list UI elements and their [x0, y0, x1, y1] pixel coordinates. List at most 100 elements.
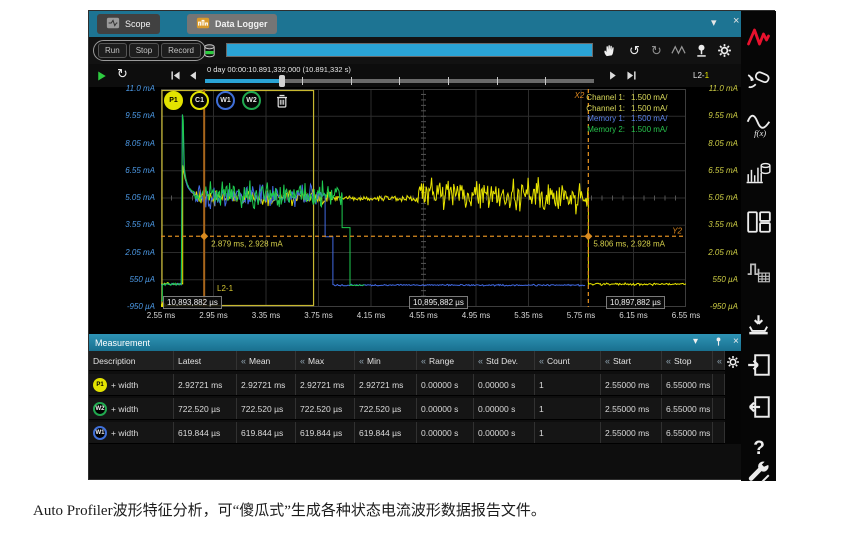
close-icon[interactable]: ×: [733, 16, 739, 27]
timeline-slider-handle[interactable]: [279, 75, 285, 87]
chevron-down-icon[interactable]: ▾: [711, 18, 717, 29]
marker-button-w1[interactable]: W1: [216, 91, 235, 110]
undo-icon[interactable]: ↺: [626, 42, 643, 59]
column-header-mean[interactable]: «Mean: [237, 351, 296, 370]
collapse-icon[interactable]: «: [605, 356, 610, 366]
measurement-row-w1[interactable]: W1+ width619.844 µs619.844 µs619.844 µs6…: [89, 422, 725, 444]
measurement-cell: 0.00000 s: [417, 422, 474, 443]
legend-scale-value: 1.500 mA/: [631, 125, 683, 136]
measurement-cell-end: [713, 374, 725, 395]
repeat-icon[interactable]: ↻: [116, 67, 129, 80]
skip-end-icon[interactable]: [625, 69, 638, 82]
trash-icon[interactable]: [273, 92, 290, 109]
probe-icon[interactable]: [745, 67, 772, 94]
panel-close-icon[interactable]: ×: [733, 337, 739, 347]
histogram-data-icon[interactable]: [745, 158, 772, 185]
column-header-range[interactable]: «Range: [417, 351, 474, 370]
x-axis-label: 4.15 ms: [345, 311, 397, 320]
legend-channel-name: Channel 1:: [549, 104, 625, 115]
measurement-cell: 0.00000 s: [417, 398, 474, 419]
tools-icon[interactable]: [745, 459, 772, 486]
record-button[interactable]: Record: [161, 43, 201, 58]
marker-button-w2[interactable]: W2: [242, 91, 261, 110]
marker-pin-icon[interactable]: [693, 42, 710, 59]
x-axis-label: 2.55 ms: [135, 311, 187, 320]
panel-pin-icon[interactable]: [713, 336, 724, 350]
collapse-icon[interactable]: «: [539, 356, 544, 366]
run-button[interactable]: Run: [98, 43, 127, 58]
export-icon[interactable]: [745, 393, 772, 420]
column-header-label: Description: [93, 356, 136, 366]
collapse-icon[interactable]: «: [478, 356, 483, 366]
collapse-icon[interactable]: «: [300, 356, 305, 366]
measurement-cell: 619.844 µs: [355, 422, 417, 443]
tab-data-logger[interactable]: Data Logger: [187, 14, 277, 34]
step-back-icon[interactable]: [187, 69, 200, 82]
measurement-row-p1[interactable]: P1+ width2.92721 ms2.92721 ms2.92721 ms2…: [89, 374, 725, 396]
waveform-search-icon[interactable]: [670, 42, 687, 59]
y-axis-label-right: 3.55 mA: [690, 220, 738, 229]
legend-entry[interactable]: Memory 1:1.500 mA/: [549, 114, 683, 125]
measurement-cell: 6.55000 ms: [662, 398, 713, 419]
window-layout-icon[interactable]: [745, 208, 772, 235]
y-axis-label-left: 5.05 mA: [89, 193, 155, 202]
column-header-count[interactable]: «Count: [535, 351, 601, 370]
marker-button-c1[interactable]: C1: [190, 91, 209, 110]
skip-start-icon[interactable]: [169, 69, 182, 82]
pan-hand-icon[interactable]: [601, 42, 618, 59]
collapse-icon[interactable]: «: [359, 356, 364, 366]
y-axis-label-left: 11.0 mA: [89, 84, 155, 93]
measurement-cell: 619.844 µs: [237, 422, 296, 443]
record-progress-bar: [226, 43, 593, 57]
legend-entry[interactable]: Channel 1:1.500 mA/: [549, 93, 683, 104]
import-icon[interactable]: [745, 351, 772, 378]
tab-scope[interactable]: Scope: [97, 14, 160, 34]
column-header-latest[interactable]: Latest: [174, 351, 237, 370]
play-icon[interactable]: [95, 69, 108, 82]
function-waveform-icon[interactable]: f(x): [745, 111, 772, 138]
column-header-start[interactable]: «Start: [601, 351, 662, 370]
column-header-max[interactable]: «Max: [296, 351, 355, 370]
gear-icon[interactable]: [716, 42, 733, 59]
marker-button-p1[interactable]: P1: [164, 91, 183, 110]
zoom-region-label: L2-1: [217, 284, 233, 293]
save-icon[interactable]: [745, 311, 772, 338]
column-header-min[interactable]: «Min: [355, 351, 417, 370]
measurement-settings-gear-icon[interactable]: [725, 351, 741, 444]
column-header-label: Min: [367, 356, 381, 366]
y-axis-label-left: 550 µA: [89, 275, 155, 284]
y-axis-label-right: 8.05 mA: [690, 139, 738, 148]
slider-tick: [497, 77, 498, 85]
collapse-icon[interactable]: «: [421, 356, 426, 366]
collapse-icon[interactable]: «: [666, 356, 671, 366]
collapse-icon[interactable]: «: [241, 356, 246, 366]
column-header-description[interactable]: Description: [89, 351, 174, 370]
redo-icon[interactable]: ↻: [648, 42, 665, 59]
legend-entry[interactable]: Channel 1:1.500 mA/: [549, 104, 683, 115]
column-header-stop[interactable]: «Stop: [662, 351, 713, 370]
column-header-end[interactable]: «: [713, 351, 725, 370]
step-forward-icon[interactable]: [606, 69, 619, 82]
measurement-cell: 0.00000 s: [474, 398, 535, 419]
measurement-cell: 0.00000 s: [417, 374, 474, 395]
row-marker-w2: W2: [93, 402, 107, 416]
collapse-icon[interactable]: «: [717, 356, 722, 366]
help-icon[interactable]: ?: [745, 433, 772, 460]
x-axis-label: 6.15 ms: [608, 311, 660, 320]
slider-tick: [399, 77, 400, 85]
channel-legend[interactable]: Channel 1:1.500 mA/Channel 1:1.500 mA/Me…: [549, 93, 683, 135]
measurement-row-w2[interactable]: W2+ width722.520 µs722.520 µs722.520 µs7…: [89, 398, 725, 420]
stop-button[interactable]: Stop: [129, 43, 159, 58]
svg-text:?: ?: [753, 438, 765, 459]
panel-collapse-icon[interactable]: ▾: [693, 337, 698, 347]
column-header-std-dev-[interactable]: «Std Dev.: [474, 351, 535, 370]
measurement-cell-end: [713, 422, 725, 443]
measurement-cell: 6.55000 ms: [662, 422, 713, 443]
legend-entry[interactable]: Memory 2:1.500 mA/: [549, 125, 683, 136]
x-axis-label: 5.75 ms: [555, 311, 607, 320]
measurement-cell: 2.55000 ms: [601, 398, 662, 419]
waveform-table-icon[interactable]: [745, 258, 772, 285]
timeline-slider[interactable]: [205, 79, 594, 83]
measurement-cell: 0.00000 s: [474, 422, 535, 443]
y-axis-label-right: 11.0 mA: [690, 84, 738, 93]
